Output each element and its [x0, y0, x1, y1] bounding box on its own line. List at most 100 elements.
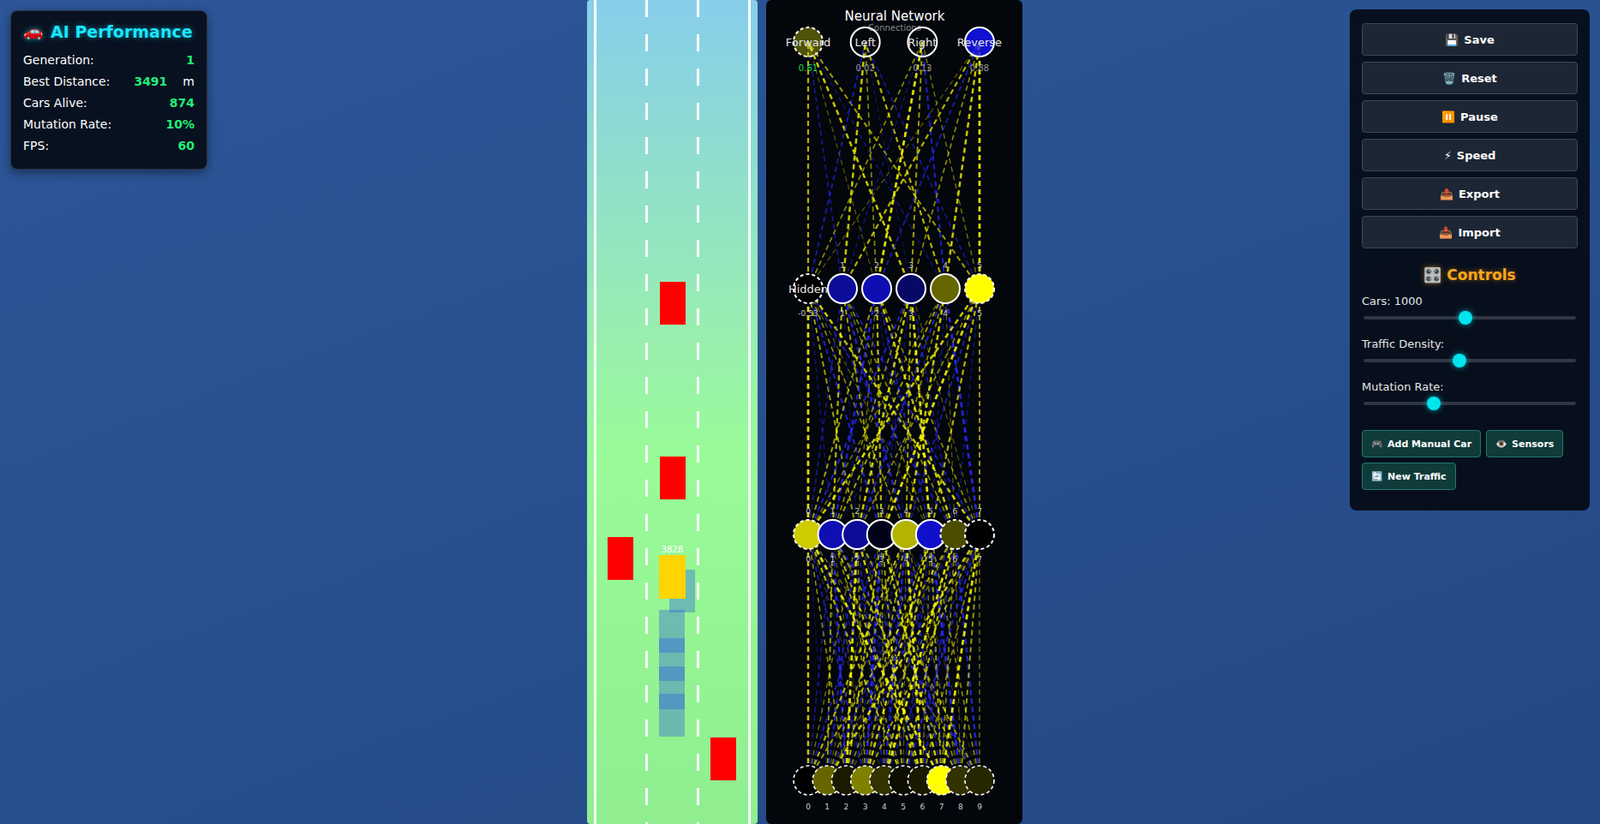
connection	[832, 288, 946, 535]
traffic-car	[710, 737, 737, 781]
hidden-node: 22	[862, 261, 892, 318]
svg-text:Hidden: Hidden	[788, 282, 828, 296]
connection	[842, 288, 980, 535]
control-button[interactable]: 💾Save	[1361, 23, 1578, 56]
lane-marking	[696, 0, 700, 824]
connection	[808, 288, 955, 535]
connection	[808, 41, 877, 289]
button-icon: 🔄	[1371, 471, 1384, 483]
svg-text:3: 3	[879, 507, 885, 516]
stats-title: 🚗AI Performance	[23, 21, 195, 42]
stat-row: Cars Alive:874	[23, 92, 195, 114]
hidden-node: 55	[964, 261, 995, 318]
hidden-node: 44	[930, 261, 960, 318]
svg-text:0.88: 0.88	[970, 63, 989, 73]
connection	[865, 534, 907, 781]
svg-text:0: 0	[805, 507, 811, 516]
svg-text:0.61: 0.61	[798, 63, 818, 73]
svg-text:2: 2	[874, 261, 880, 270]
slider-thumb[interactable]	[1458, 311, 1473, 325]
control-button[interactable]: 📥Import	[1361, 215, 1578, 249]
slider-thumb[interactable]	[1426, 396, 1441, 411]
stat-row: Best Distance:3491m	[23, 71, 195, 93]
stat-row: Generation:1	[23, 49, 195, 72]
toggle-button[interactable]: 🎮Add Manual Car	[1361, 430, 1481, 458]
svg-text:6: 6	[952, 555, 959, 564]
control-button[interactable]: 🗑️Reset	[1361, 61, 1578, 95]
svg-text:1: 1	[824, 802, 830, 812]
svg-text:2: 2	[854, 507, 860, 516]
connection	[941, 534, 980, 781]
connection	[881, 288, 946, 535]
slider-thumb[interactable]	[1452, 353, 1467, 368]
hidden-node: Hidden -0.53	[788, 274, 828, 318]
connection	[808, 534, 980, 781]
connection	[856, 288, 911, 535]
best-car: 3828	[659, 555, 686, 600]
button-icon: 🎮	[1371, 438, 1384, 450]
slider-label: Traffic Density:	[1361, 337, 1578, 351]
hidden-node: 11	[827, 261, 857, 318]
svg-text:2: 2	[854, 555, 860, 564]
svg-text:3: 3	[908, 309, 914, 318]
connection	[807, 534, 809, 781]
svg-text:5: 5	[928, 555, 934, 564]
road-canvas: 3828	[587, 0, 758, 824]
connection	[905, 288, 980, 535]
connection	[905, 288, 946, 535]
svg-text:-0.53: -0.53	[797, 309, 818, 318]
connection	[881, 288, 980, 535]
button-icon: 📤	[1439, 187, 1454, 201]
svg-text:4: 4	[942, 261, 948, 270]
button-icon: 📥	[1438, 226, 1453, 240]
stat-row: Mutation Rate:10%	[23, 113, 195, 136]
connection	[876, 288, 931, 535]
connection	[945, 288, 980, 535]
connection	[826, 534, 955, 781]
connection	[808, 41, 980, 289]
svg-text:0.02: 0.02	[856, 63, 875, 73]
slider-group: Traffic Density:	[1361, 337, 1578, 372]
connection	[876, 41, 980, 289]
controls-icon: 🎛️	[1423, 266, 1442, 284]
lane-marking	[645, 0, 648, 824]
controls-panel: 💾Save 🗑️Reset ⏸️Pause ⚡Speed 📤Export 📥Import 🎛…	[1349, 9, 1590, 511]
button-icon: 💾	[1444, 33, 1459, 47]
connection	[960, 534, 980, 781]
connection	[808, 41, 866, 289]
svg-text:1: 1	[839, 309, 845, 318]
slider[interactable]	[1363, 316, 1577, 320]
connection	[808, 288, 833, 535]
stats-panel: 🚗AI Performance Generation:1Best Distance…	[10, 10, 208, 170]
network-title: Neural Network	[844, 8, 946, 24]
connection	[922, 41, 980, 289]
connection	[808, 534, 955, 781]
control-button[interactable]: 📤Export	[1361, 177, 1578, 210]
connection	[808, 41, 911, 289]
svg-text:5: 5	[976, 309, 983, 318]
connection	[884, 534, 980, 781]
connection	[808, 41, 946, 289]
svg-text:7: 7	[976, 507, 983, 516]
traffic-car	[607, 537, 634, 581]
connection	[930, 288, 980, 535]
control-button[interactable]: ⏸️Pause	[1361, 100, 1578, 133]
connections	[808, 41, 980, 781]
connection	[922, 41, 946, 289]
connection	[865, 41, 946, 289]
connection	[808, 288, 843, 535]
connection	[808, 41, 923, 289]
connection	[905, 288, 911, 535]
connection	[808, 288, 980, 535]
connection	[808, 534, 923, 781]
toggle-button[interactable]: 🔄New Traffic	[1361, 462, 1457, 491]
connection	[807, 41, 809, 289]
toggle-button[interactable]: 👁️Sensors	[1486, 430, 1564, 458]
slider[interactable]	[1363, 401, 1577, 406]
slider[interactable]	[1363, 359, 1577, 363]
button-icon: 👁️	[1495, 438, 1508, 450]
ghost-car	[659, 694, 685, 738]
control-button[interactable]: ⚡Speed	[1361, 138, 1578, 172]
connection	[842, 41, 980, 289]
road-edge	[748, 0, 751, 824]
